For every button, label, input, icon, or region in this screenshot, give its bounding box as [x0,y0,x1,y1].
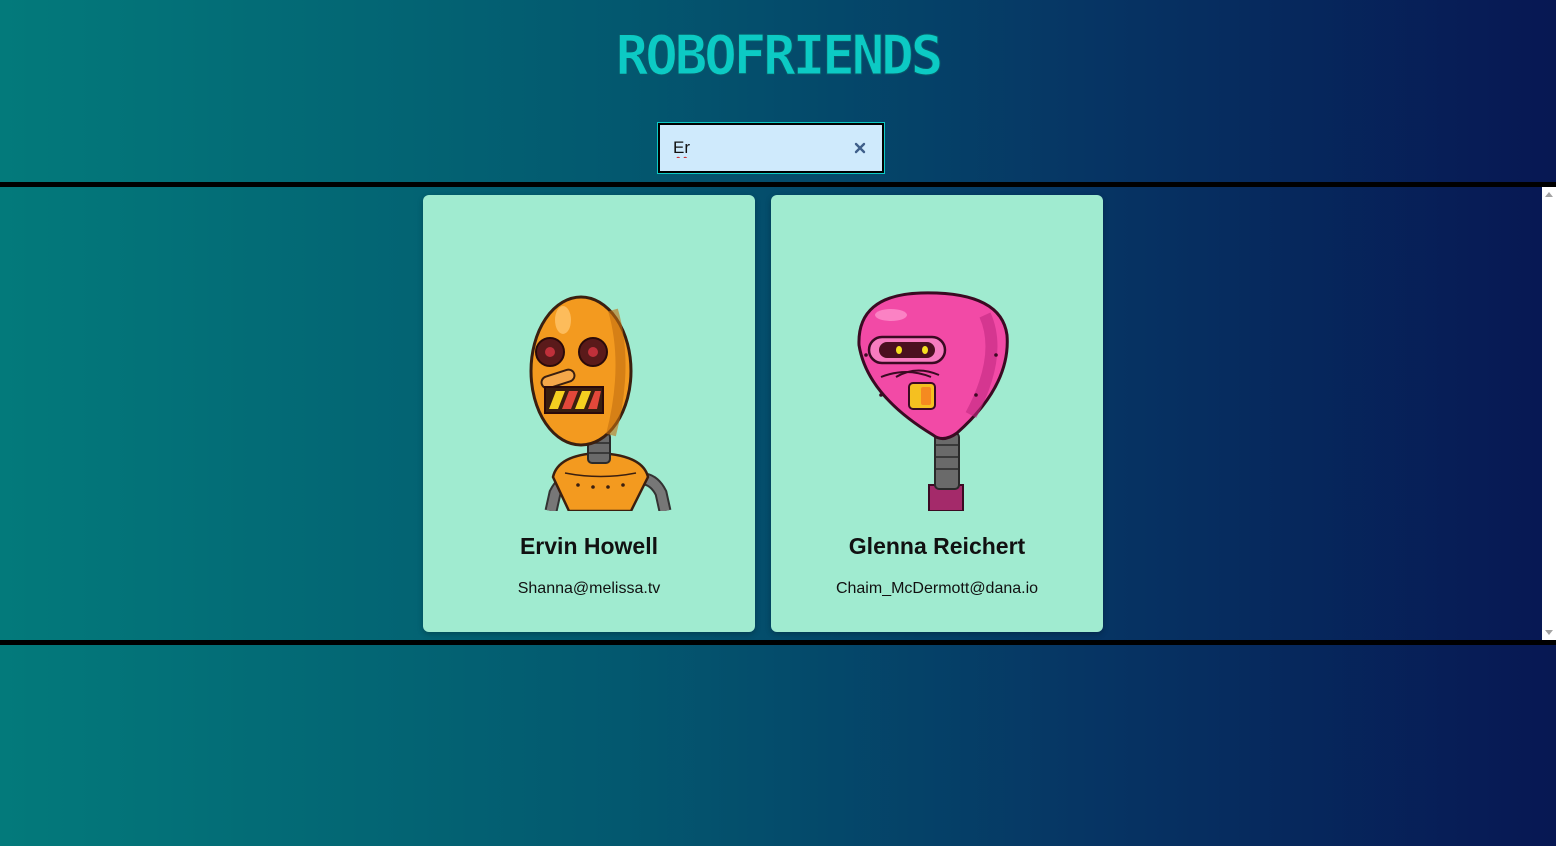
robot-card[interactable]: Ervin Howell Shanna@melissa.tv [423,195,755,632]
page-title: ROBOFRIENDS [0,22,1556,90]
close-icon[interactable] [854,142,866,154]
robot-name: Glenna Reichert [848,533,1026,559]
robot-card-list[interactable]: Ervin Howell Shanna@melissa.tv Glenna Re… [0,182,1556,645]
robofriends-logo: ROBOFRIENDS [615,24,944,83]
robot-card[interactable]: Glenna Reichert Chaim_McDermott@dana.io [771,195,1103,632]
robot-email: Chaim_McDermott@dana.io [835,580,1039,597]
orange-robot-avatar [529,295,672,511]
scroll-down-arrow-icon[interactable] [1545,630,1553,635]
search-box [660,125,882,171]
page-title-text: ROBOFRIENDS [616,24,941,82]
search-field [657,122,885,174]
pink-robot-avatar [857,291,1009,511]
robot-name: Ervin Howell [519,533,659,559]
scroll-up-arrow-icon[interactable] [1545,192,1553,197]
search-input[interactable] [660,125,830,171]
vertical-scrollbar[interactable] [1542,187,1556,640]
robot-email: Shanna@melissa.tv [517,580,661,597]
